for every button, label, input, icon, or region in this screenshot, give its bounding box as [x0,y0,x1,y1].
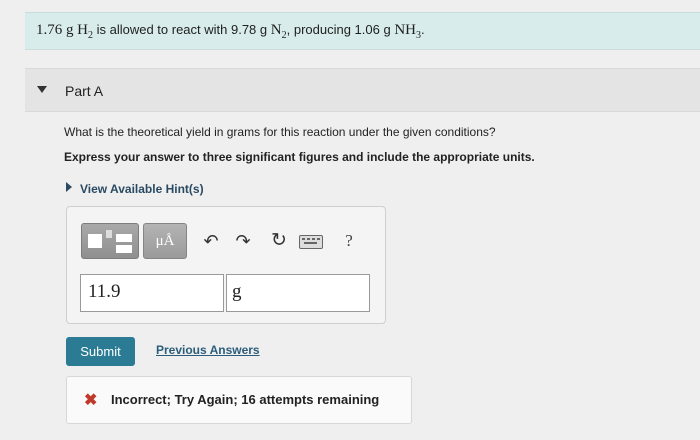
page: 1.76 g H2 is allowed to react with 9.78 … [0,0,700,440]
view-hints-label: View Available Hint(s) [80,182,204,196]
answer-box: μÅ ↶ ↷ ↻ ? 11.9 g [66,206,386,324]
undo-icon[interactable]: ↶ [199,229,223,253]
product-nh3: NH3 [394,22,421,41]
problem-producing-text: , producing 1.06 g [286,22,391,37]
collapse-caret-icon[interactable] [37,86,47,93]
reactant-n2: N2 [270,22,287,41]
previous-answers-link[interactable]: Previous Answers [156,343,260,357]
part-title: Part A [65,83,104,99]
reset-icon[interactable]: ↻ [267,229,291,253]
reactant-h2: H2 [77,22,93,41]
redo-icon[interactable]: ↷ [231,229,255,253]
feedback-box: ✖ Incorrect; Try Again; 16 attempts rema… [66,376,412,424]
answer-value-input[interactable]: 11.9 [80,274,224,312]
expand-triangle-icon [66,182,72,192]
answer-units-input[interactable]: g [226,274,370,312]
help-icon[interactable]: ? [337,229,361,253]
lead-mass: 1.76 g [36,22,74,38]
feedback-message: Incorrect; Try Again; 16 attempts remain… [111,392,380,407]
view-hints-link[interactable]: View Available Hint(s) [66,182,204,196]
instruction-text: Express your answer to three significant… [64,150,535,164]
part-a-header[interactable]: Part A [25,68,700,112]
units-button[interactable]: μÅ [143,223,187,259]
question-text: What is the theoretical yield in grams f… [64,125,496,139]
submit-button[interactable]: Submit [66,337,135,366]
problem-statement: 1.76 g H2 is allowed to react with 9.78 … [36,22,425,41]
incorrect-x-icon: ✖ [84,392,98,409]
problem-statement-banner: 1.76 g H2 is allowed to react with 9.78 … [25,12,700,50]
keyboard-icon[interactable] [299,235,323,249]
math-toolbar: μÅ ↶ ↷ ↻ ? [81,223,381,259]
problem-mid-text: is allowed to react with 9.78 g [96,22,268,37]
templates-icon[interactable] [81,223,139,259]
